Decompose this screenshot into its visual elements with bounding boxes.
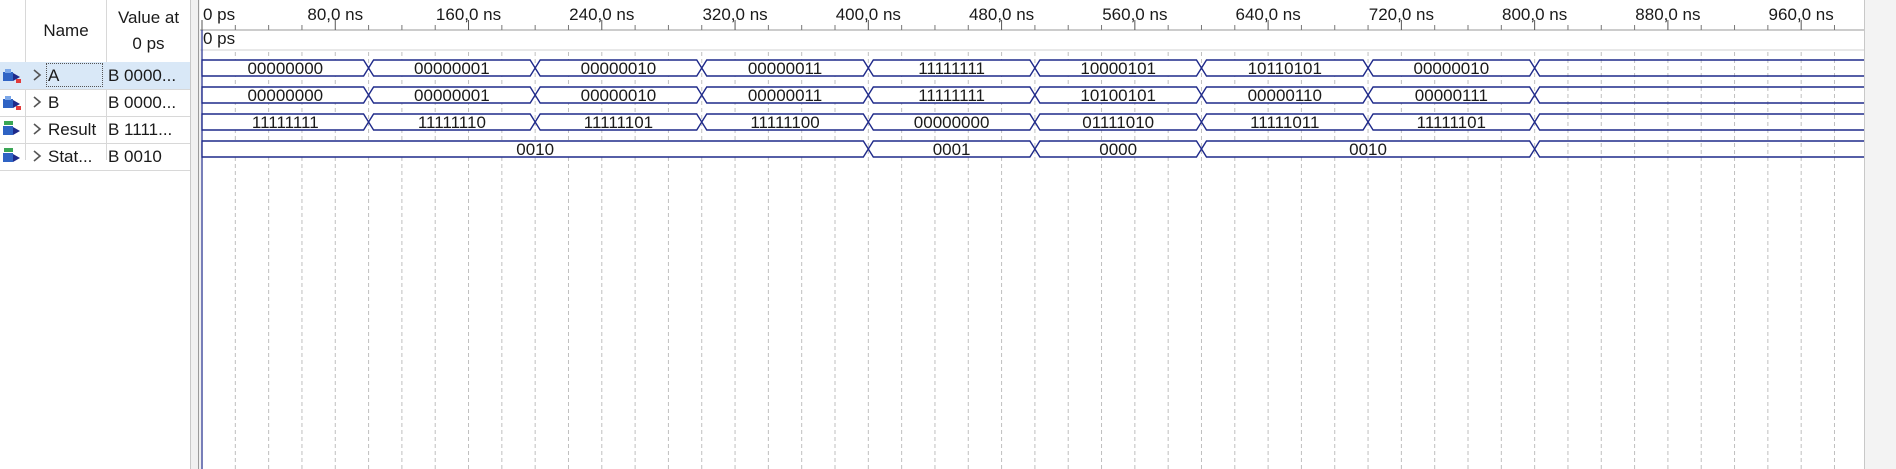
signal-list-panel: Name Value at 0 ps A B 0000... B B 0000... R… [0,0,190,469]
signal-name: Stat... [48,147,93,166]
name-header-label: Name [43,21,89,40]
ruler-tick-label: 880,0 ns [1635,5,1700,24]
waveform-canvas[interactable]: 0 ps 80,0 ns 160,0 ns 240,0 ns 320,0 ns 400,0… [200,0,1864,469]
ruler-tick-label: 240,0 ns [569,5,634,24]
signal-value: B 0000... [108,66,177,85]
input-port-icon [2,93,22,111]
ruler-tick-label: 960,0 ns [1769,5,1834,24]
bus-value-label: 00000011 [748,86,822,105]
bus-tail [1534,140,1864,158]
name-column-header[interactable]: Name [26,0,106,62]
bus-value-label: 0010 [516,140,554,159]
expand-chevron-icon[interactable] [31,122,43,136]
ruler-tick-label: 0 ps [203,5,235,24]
bus-value-label: 01111010 [1082,113,1154,132]
bus-tail [1534,86,1864,104]
ruler-tick-label: 80,0 ns [307,5,363,24]
signal-value: B 0000... [108,93,177,112]
bus-value-label: 11111111 [918,59,985,78]
bus-value-label: 11111101 [584,113,653,132]
bus-value-label: 00000000 [914,113,990,132]
bus-value-label: 10000101 [1080,59,1156,78]
bus-value-label: 00000110 [1248,86,1322,105]
ruler-tick-label: 160,0 ns [436,5,501,24]
bus-value-label: 11111111 [918,86,985,105]
bus-tail [1534,59,1864,77]
signal-name: Result [48,120,97,139]
expand-chevron-icon[interactable] [31,68,43,82]
bus-value-label: 11111101 [1417,113,1486,132]
bus-value-label: 11111110 [418,113,486,132]
bus-value-label: 00000011 [748,59,822,78]
signal-name: B [48,93,60,112]
bus-value-label: 00000010 [1414,59,1490,78]
signal-row[interactable]: Result B 1111... [0,116,190,143]
signal-row[interactable]: B B 0000... [0,89,190,116]
bus-value-label: 00000010 [581,59,657,78]
ruler-tick-label: 320,0 ns [702,5,767,24]
signal-row[interactable]: A B 0000... [0,62,190,89]
value-header-line1: Value at [117,8,180,27]
cursor-time-label: 0 ps [203,29,235,48]
ruler-tick-label: 480,0 ns [969,5,1034,24]
bus-value-label: 10100101 [1080,86,1156,105]
input-port-icon [2,66,22,84]
value-column-header[interactable]: Value at 0 ps [107,0,190,62]
bus-value-label: 11111100 [750,113,819,132]
bus-value-label: 00000111 [1415,86,1488,105]
bus-value-label: 00000001 [414,86,490,105]
signal-row[interactable]: Stat... B 0010 [0,143,190,170]
bus-value-label: 0000 [1099,140,1137,159]
bus-value-label: 00000010 [581,86,657,105]
bus-tail [1534,113,1864,131]
bus-value-label: 0010 [1349,140,1387,159]
ruler-tick-label: 400,0 ns [836,5,901,24]
row-divider [0,170,190,171]
ruler-tick-label: 800,0 ns [1502,5,1567,24]
signal-value: B 0010 [108,147,162,166]
bus-value-label: 11111011 [1250,113,1319,132]
ruler-tick-label: 560,0 ns [1102,5,1167,24]
ruler-tick-label: 720,0 ns [1369,5,1434,24]
ruler-tick-label: 640,0 ns [1235,5,1300,24]
bus-value-label: 0001 [933,140,971,159]
signal-name: A [48,66,60,85]
waveform-panel[interactable]: 0 ps 80,0 ns 160,0 ns 240,0 ns 320,0 ns 400,0… [200,0,1864,469]
expand-chevron-icon[interactable] [31,95,43,109]
output-port-icon [2,120,22,138]
value-header-label: Value at 0 ps [118,5,179,57]
waveform-viewer: Name Value at 0 ps A B 0000... B B 0000... R… [0,0,1896,469]
bus-value-label: 11111111 [252,113,319,132]
value-header-line2: 0 ps [132,34,165,53]
bus-value-label: 10110101 [1248,59,1322,78]
signal-value: B 1111... [108,120,173,139]
vertical-scrollbar[interactable] [1864,0,1896,469]
output-port-icon [2,147,22,165]
bus-value-label: 00000000 [247,59,323,78]
bus-value-label: 00000000 [247,86,323,105]
bus-value-label: 00000001 [414,59,490,78]
expand-chevron-icon[interactable] [31,149,43,163]
